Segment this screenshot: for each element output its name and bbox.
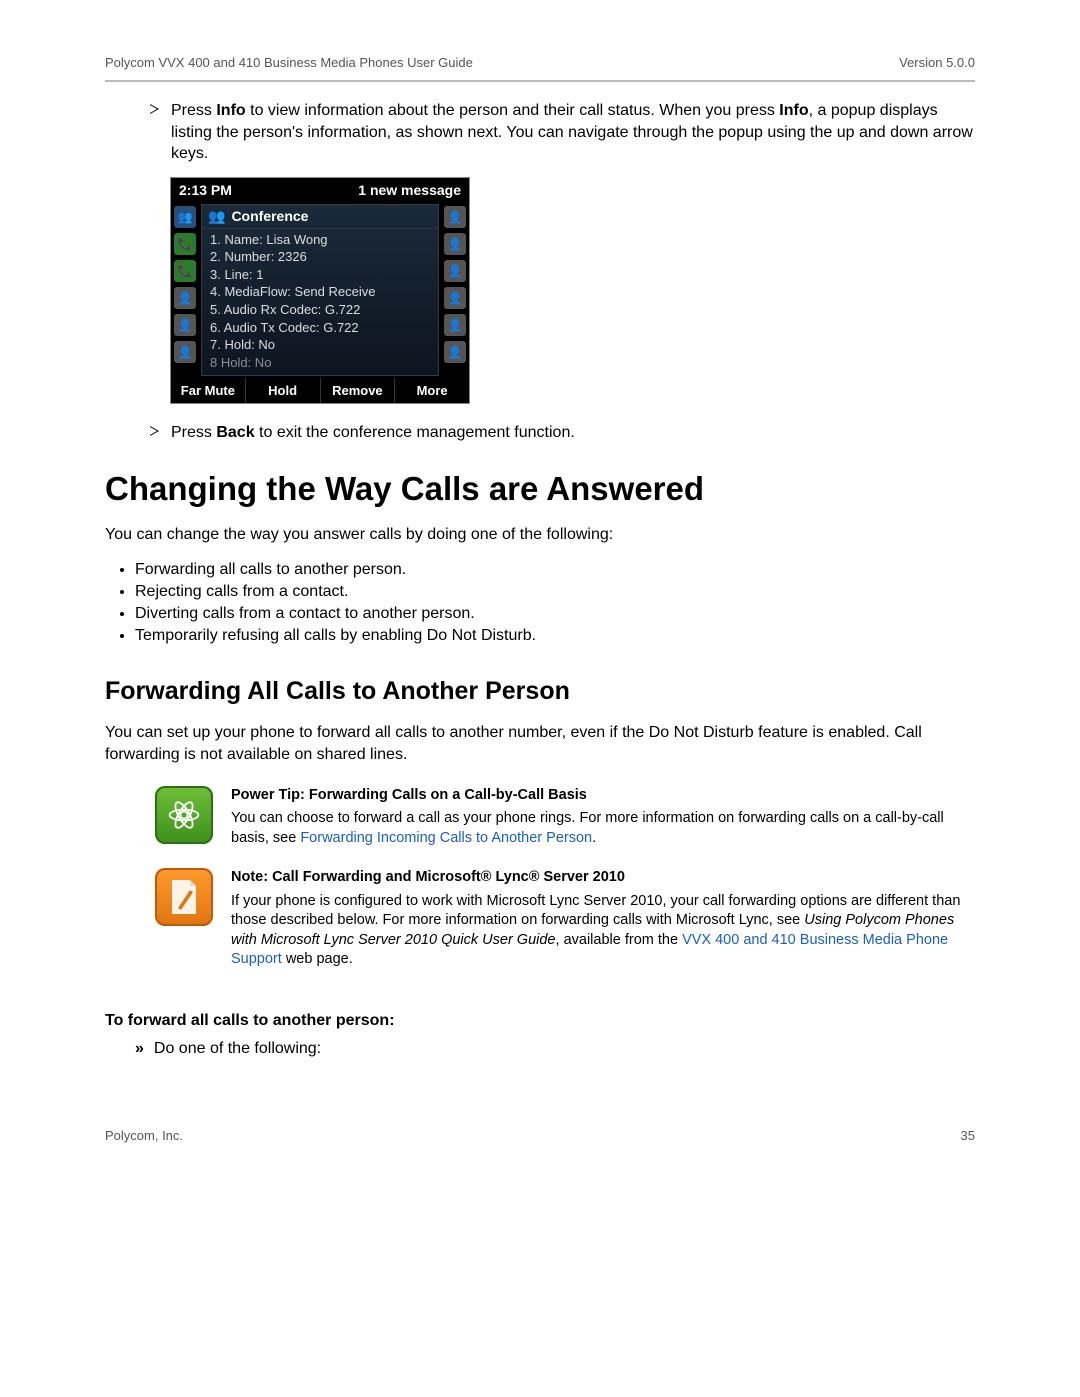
info-item: 2. Number: 2326 — [210, 248, 430, 266]
step-item: » Do one of the following: — [135, 1040, 975, 1058]
linekey-icon: 👤 — [174, 287, 196, 309]
page-footer: Polycom, Inc. 35 — [105, 1128, 975, 1143]
softkey-remove: Remove — [321, 378, 396, 403]
phone-right-linekeys: 👤 👤 👤 👤 👤 👤 — [441, 202, 469, 378]
conference-info-list: 1. Name: Lisa Wong 2. Number: 2326 3. Li… — [202, 229, 438, 375]
note-callout: Note: Call Forwarding and Microsoft® Lyn… — [155, 868, 975, 970]
heading-changing-calls: Changing the Way Calls are Answered — [105, 470, 975, 508]
phone-new-message: 1 new message — [358, 182, 461, 198]
linekey-icon: 📞 — [174, 233, 196, 255]
linekey-icon: 👤 — [444, 287, 466, 309]
list-item: Forwarding all calls to another person. — [135, 561, 975, 579]
bullet-press-back: Press Back to exit the conference manage… — [150, 422, 975, 444]
step-marker-icon: » — [135, 1040, 144, 1058]
note-icon — [155, 868, 213, 926]
footer-page-number: 35 — [961, 1128, 975, 1143]
bullet-press-info: Press Info to view information about the… — [150, 100, 975, 165]
doc-version: Version 5.0.0 — [899, 55, 975, 70]
doc-title: Polycom VVX 400 and 410 Business Media P… — [105, 55, 473, 70]
info-item: 7. Hold: No — [210, 336, 430, 354]
list-item: Temporarily refusing all calls by enabli… — [135, 627, 975, 645]
heading-forwarding-all: Forwarding All Calls to Another Person — [105, 677, 975, 706]
info-item: 1. Name: Lisa Wong — [210, 231, 430, 249]
header-divider — [105, 80, 975, 82]
change-options-list: Forwarding all calls to another person. … — [135, 561, 975, 645]
phone-softkeys: Far Mute Hold Remove More — [171, 378, 469, 403]
info-item: 4. MediaFlow: Send Receive — [210, 283, 430, 301]
info-item: 3. Line: 1 — [210, 266, 430, 284]
linekey-icon: 👤 — [174, 341, 196, 363]
linekey-icon: 👤 — [444, 341, 466, 363]
softkey-hold: Hold — [246, 378, 321, 403]
softkey-far-mute: Far Mute — [171, 378, 246, 403]
link-forwarding-incoming[interactable]: Forwarding Incoming Calls to Another Per… — [300, 830, 592, 846]
phone-screenshot: 2:13 PM 1 new message 👥 📞 📞 👤 👤 👤 👥 Conf… — [170, 177, 470, 404]
power-tip-icon — [155, 786, 213, 844]
list-item: Diverting calls from a contact to anothe… — [135, 605, 975, 623]
triangle-bullet-icon — [150, 426, 159, 436]
conference-icon: 👥 — [208, 208, 225, 225]
softkey-more: More — [395, 378, 469, 403]
linekey-icon: 👥 — [174, 206, 196, 228]
tip-body: You can choose to forward a call as your… — [231, 809, 975, 848]
phone-left-linekeys: 👥 📞 📞 👤 👤 👤 — [171, 202, 199, 378]
power-tip-callout: Power Tip: Forwarding Calls on a Call-by… — [155, 786, 975, 849]
info-item: 6. Audio Tx Codec: G.722 — [210, 319, 430, 337]
note-title: Note: Call Forwarding and Microsoft® Lyn… — [231, 868, 975, 888]
footer-company: Polycom, Inc. — [105, 1128, 183, 1143]
tip-title: Power Tip: Forwarding Calls on a Call-by… — [231, 786, 975, 806]
linekey-icon: 👤 — [444, 260, 466, 282]
phone-time: 2:13 PM — [179, 182, 232, 198]
linekey-icon: 👤 — [174, 314, 196, 336]
info-item: 8 Hold: No — [210, 354, 430, 372]
linekey-icon: 👤 — [444, 206, 466, 228]
list-item: Rejecting calls from a contact. — [135, 583, 975, 601]
triangle-bullet-icon — [150, 104, 159, 114]
note-body: If your phone is configured to work with… — [231, 892, 975, 970]
linekey-icon: 📞 — [174, 260, 196, 282]
page-header: Polycom VVX 400 and 410 Business Media P… — [105, 55, 975, 76]
linekey-icon: 👤 — [444, 314, 466, 336]
linekey-icon: 👤 — [444, 233, 466, 255]
conference-title: Conference — [231, 208, 308, 224]
step-heading: To forward all calls to another person: — [105, 1012, 975, 1030]
intro-paragraph: You can change the way you answer calls … — [105, 524, 975, 546]
forwarding-paragraph: You can set up your phone to forward all… — [105, 722, 975, 765]
info-item: 5. Audio Rx Codec: G.722 — [210, 301, 430, 319]
